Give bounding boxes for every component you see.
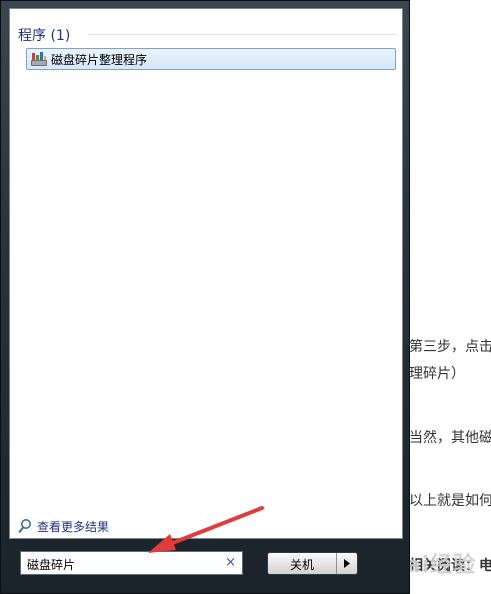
programs-group-header: 程序 (1)	[18, 28, 71, 44]
article-line: 当然，其他磁	[409, 430, 491, 446]
result-item-label: 磁盘碎片整理程序	[51, 53, 148, 67]
article-line: 第三步，点击	[409, 339, 491, 355]
search-input-value: 磁盘碎片	[27, 558, 76, 572]
article-line: 理碎片）	[409, 366, 465, 382]
shutdown-options-button[interactable]	[337, 553, 357, 574]
result-item-disk-defragmenter[interactable]: 磁盘碎片整理程序	[26, 48, 396, 70]
background-article: 第三步，点击 理碎片） 当然，其他磁 以上就是如何 相关阅读：电	[405, 0, 491, 594]
clear-search-icon[interactable]: ×	[225, 555, 236, 571]
shutdown-button[interactable]: 关机	[268, 556, 336, 573]
search-icon	[18, 519, 31, 534]
group-divider	[88, 34, 396, 35]
chevron-right-icon	[344, 559, 350, 568]
search-results-panel: 程序 (1) 磁盘碎片整理程序 查看更多结果	[9, 8, 403, 539]
defrag-app-icon	[31, 52, 47, 66]
start-search-input[interactable]: 磁盘碎片 ×	[20, 551, 243, 575]
shutdown-button-group: 关机	[267, 552, 358, 575]
article-line: 以上就是如何	[409, 493, 491, 509]
see-more-results-label: 查看更多结果	[37, 520, 110, 534]
start-menu: 程序 (1) 磁盘碎片整理程序 查看更多结果 磁盘碎片 × 关机	[0, 0, 410, 594]
